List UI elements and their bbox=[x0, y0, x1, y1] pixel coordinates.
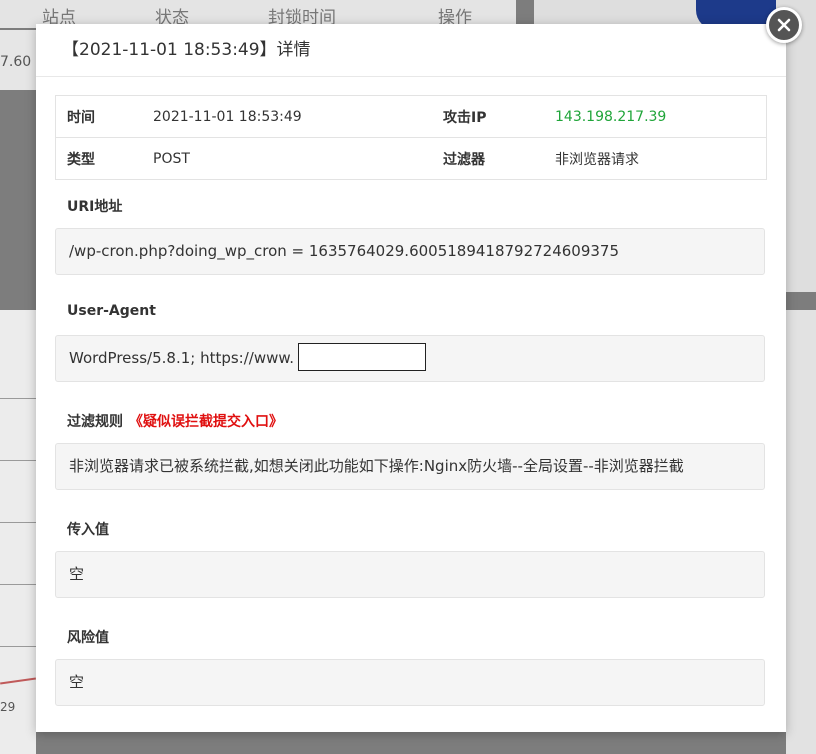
redacted-box bbox=[298, 342, 427, 371]
uri-label: URI地址 bbox=[67, 199, 123, 215]
user-agent-field[interactable]: WordPress/5.8.1; https://www. bbox=[55, 335, 765, 382]
close-icon bbox=[777, 18, 791, 32]
filter-label: 过滤器 bbox=[443, 137, 555, 180]
background-stat-value: 7.60 bbox=[0, 54, 32, 70]
modal-title: 【2021-11-01 18:53:49】详情 bbox=[36, 24, 786, 77]
input-value-field[interactable]: 空 bbox=[55, 551, 765, 598]
bg-gridline bbox=[0, 584, 36, 585]
close-button[interactable] bbox=[766, 7, 802, 43]
type-label: 类型 bbox=[55, 137, 153, 180]
risk-value-label: 风险值 bbox=[67, 630, 109, 646]
ip-value: 143.198.217.39 bbox=[555, 108, 667, 125]
filter-rule-field[interactable]: 非浏览器请求已被系统拦截,如想关闭此功能如下操作:Nginx防火墙--全局设置-… bbox=[55, 443, 765, 490]
false-positive-report-link[interactable]: 《疑似误拦截提交入口》 bbox=[129, 414, 283, 430]
user-agent-label: User-Agent bbox=[67, 303, 156, 319]
table-row: 时间 2021-11-01 18:53:49 攻击IP 143.198.217.… bbox=[56, 96, 767, 138]
bg-gridline bbox=[0, 460, 36, 461]
bg-gridline bbox=[0, 398, 36, 399]
time-value: 2021-11-01 18:53:49 bbox=[153, 108, 302, 125]
type-value: POST bbox=[153, 137, 443, 180]
user-agent-value: WordPress/5.8.1; https://www. bbox=[69, 349, 295, 367]
background-chart-panel bbox=[0, 310, 36, 754]
background-axis-tick: 29 bbox=[0, 700, 16, 714]
background-right-panel bbox=[786, 310, 816, 754]
info-table: 时间 2021-11-01 18:53:49 攻击IP 143.198.217.… bbox=[55, 95, 767, 180]
time-label: 时间 bbox=[67, 109, 95, 126]
bg-gridline bbox=[0, 522, 36, 523]
uri-field[interactable]: /wp-cron.php?doing_wp_cron = 1635764029.… bbox=[55, 228, 765, 275]
risk-value-field[interactable]: 空 bbox=[55, 659, 765, 706]
filter-rule-label: 过滤规则 《疑似误拦截提交入口》 bbox=[67, 411, 283, 431]
filter-value: 非浏览器请求 bbox=[555, 137, 767, 180]
input-value-label: 传入值 bbox=[67, 522, 109, 538]
filter-rule-label-text: 过滤规则 bbox=[67, 414, 123, 430]
ip-label: 攻击IP bbox=[443, 109, 487, 126]
bg-gridline bbox=[0, 646, 36, 647]
detail-modal: 【2021-11-01 18:53:49】详情 时间 2021-11-01 18… bbox=[36, 24, 786, 732]
table-row: 类型 POST 过滤器 非浏览器请求 bbox=[55, 137, 767, 180]
